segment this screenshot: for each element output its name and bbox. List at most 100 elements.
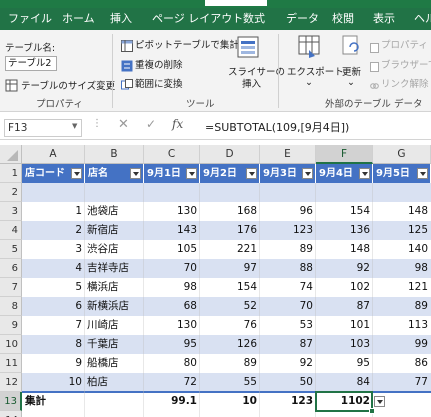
table-cell[interactable]: 横浜店 (85, 278, 144, 297)
table-cell[interactable]: 97 (200, 259, 260, 278)
table-cell[interactable]: 77 (373, 373, 431, 392)
filter-dropdown-icon[interactable] (130, 168, 141, 179)
table-cell[interactable]: 143 (144, 221, 200, 240)
fill-handle[interactable] (369, 408, 375, 414)
table-cell[interactable]: 221 (200, 240, 260, 259)
table-cell[interactable]: 船橋店 (85, 354, 144, 373)
table-cell[interactable]: 102 (316, 278, 373, 297)
table-cell[interactable]: 84 (316, 373, 373, 392)
row-header-7[interactable]: 7 (0, 278, 22, 297)
table-header-cell[interactable]: 9月2日 (200, 164, 260, 183)
filter-dropdown-icon[interactable] (186, 168, 197, 179)
table-cell[interactable]: 103 (316, 335, 373, 354)
table-cell[interactable]: 池袋店 (85, 202, 144, 221)
table-cell[interactable]: 96 (260, 202, 316, 221)
table-cell[interactable]: 92 (316, 259, 373, 278)
table-cell[interactable]: 52 (200, 297, 260, 316)
row-header-2[interactable]: 2 (0, 183, 22, 202)
table-header-cell[interactable]: 9月3日 (260, 164, 316, 183)
tab-insert[interactable]: 挿入 (110, 8, 132, 30)
table-cell[interactable]: 87 (316, 297, 373, 316)
table-cell[interactable]: 154 (200, 278, 260, 297)
table-header-cell[interactable]: 店コード (22, 164, 85, 183)
table-cell[interactable]: 95 (144, 335, 200, 354)
table-cell[interactable]: 70 (144, 259, 200, 278)
row-header-12[interactable]: 12 (0, 373, 22, 392)
table-cell[interactable]: 148 (316, 240, 373, 259)
export-dropdown-icon[interactable]: ⌄ (305, 77, 313, 88)
tab-data[interactable]: データ (286, 8, 319, 30)
table-cell[interactable]: 50 (260, 373, 316, 392)
filter-dropdown-icon[interactable] (359, 168, 370, 179)
table-cell[interactable]: 74 (260, 278, 316, 297)
tab-home[interactable]: ホーム (62, 8, 95, 30)
table-cell[interactable]: 9 (22, 354, 85, 373)
column-header-c[interactable]: C (144, 145, 200, 164)
unlink-button[interactable]: リンク解除 (381, 76, 429, 90)
table-cell[interactable]: 121 (373, 278, 431, 297)
total-label-cell[interactable]: 集計 (22, 392, 85, 411)
table-cell[interactable]: 101 (316, 316, 373, 335)
table-cell[interactable]: 柏店 (85, 373, 144, 392)
total-value-cell[interactable]: 99.1 (144, 392, 200, 411)
tab-view[interactable]: 表示 (373, 8, 395, 30)
row-header-10[interactable]: 10 (0, 335, 22, 354)
table-cell[interactable]: 126 (200, 335, 260, 354)
table-cell[interactable]: 6 (22, 297, 85, 316)
table-cell[interactable]: 130 (144, 316, 200, 335)
table-cell[interactable]: 8 (22, 335, 85, 354)
table-cell[interactable]: 154 (316, 202, 373, 221)
table-cell[interactable]: 渋谷店 (85, 240, 144, 259)
column-header-b[interactable]: B (85, 145, 144, 164)
filter-dropdown-icon[interactable] (417, 168, 428, 179)
pivot-summary-button[interactable]: ピボットテーブルで集計 (135, 37, 239, 51)
table-cell[interactable]: 125 (373, 221, 431, 240)
cancel-icon[interactable]: ✕ (118, 117, 129, 132)
table-header-cell[interactable]: 9月4日 (316, 164, 373, 183)
total-function-dropdown-icon[interactable] (374, 396, 385, 407)
row-header-8[interactable]: 8 (0, 297, 22, 316)
table-cell[interactable]: 99 (373, 335, 431, 354)
table-cell[interactable]: 176 (200, 221, 260, 240)
enter-icon[interactable]: ✓ (146, 117, 156, 131)
table-cell[interactable]: 3 (22, 240, 85, 259)
table-cell[interactable]: 168 (200, 202, 260, 221)
export-button[interactable]: エクスポート (287, 64, 344, 78)
row-header-9[interactable]: 9 (0, 316, 22, 335)
table-cell[interactable]: 89 (200, 354, 260, 373)
table-header-cell[interactable]: 店名 (85, 164, 144, 183)
table-cell[interactable]: 4 (22, 259, 85, 278)
table-cell[interactable]: 7 (22, 316, 85, 335)
open-in-browser-button[interactable]: ブラウザーで開く (381, 57, 431, 71)
table-cell[interactable]: 76 (200, 316, 260, 335)
table-cell[interactable]: 136 (316, 221, 373, 240)
table-header-cell[interactable]: 9月1日 (144, 164, 200, 183)
table-cell[interactable]: 72 (144, 373, 200, 392)
filter-dropdown-icon[interactable] (302, 168, 313, 179)
table-cell[interactable]: 98 (373, 259, 431, 278)
table-cell[interactable]: 140 (373, 240, 431, 259)
table-cell[interactable]: 吉祥寺店 (85, 259, 144, 278)
filter-dropdown-icon[interactable] (246, 168, 257, 179)
table-cell[interactable]: 98 (144, 278, 200, 297)
table-cell[interactable]: 55 (200, 373, 260, 392)
table-cell[interactable]: 113 (373, 316, 431, 335)
table-cell[interactable]: 68 (144, 297, 200, 316)
tab-help[interactable]: ヘルプ (414, 8, 431, 30)
row-header-5[interactable]: 5 (0, 240, 22, 259)
total-value-cell[interactable]: 123 (260, 392, 316, 411)
select-all-corner[interactable] (0, 145, 22, 164)
total-value-cell[interactable]: 10 (200, 392, 260, 411)
table-cell[interactable]: 5 (22, 278, 85, 297)
table-cell[interactable]: 新宿店 (85, 221, 144, 240)
row-header-1[interactable]: 1 (0, 164, 22, 183)
table-cell[interactable]: 92 (260, 354, 316, 373)
table-cell[interactable]: 105 (144, 240, 200, 259)
row-header-11[interactable]: 11 (0, 354, 22, 373)
table-cell[interactable]: 千葉店 (85, 335, 144, 354)
table-cell[interactable]: 130 (144, 202, 200, 221)
row-header-13[interactable]: 13 (0, 392, 22, 411)
table-cell[interactable]: 86 (373, 354, 431, 373)
tab-review[interactable]: 校閲 (332, 8, 354, 30)
tab-formulas[interactable]: 数式 (243, 8, 265, 30)
